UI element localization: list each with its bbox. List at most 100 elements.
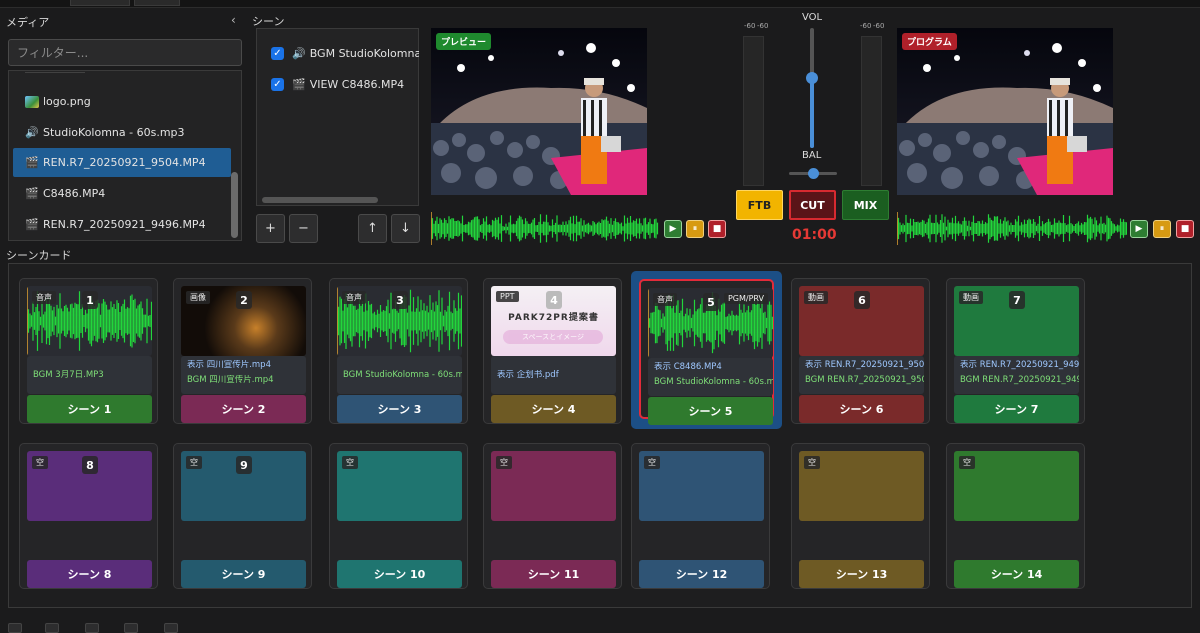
scene-card-type-tag: 空 <box>959 456 975 469</box>
preview-stop-button[interactable]: ■ <box>708 220 726 238</box>
scene-card-source-line: BGM 3月7日.MP3 <box>33 370 104 380</box>
timer-display: 01:00 <box>792 227 837 243</box>
scene-card[interactable]: 空シーン 11 <box>483 443 622 589</box>
scene-card-thumbnail: 動画 6 <box>799 286 924 356</box>
scene-card[interactable]: 音声 3 BGM StudioKolomna - 60s.mp3 シーン 3 <box>329 278 468 424</box>
scene-card-type-tag: 空 <box>342 456 358 469</box>
media-item[interactable]: logo.png <box>13 87 231 116</box>
scene-card-thumbnail: 空 <box>799 451 924 521</box>
scene-card[interactable]: 空シーン 13 <box>791 443 930 589</box>
bottom-button[interactable] <box>124 623 138 633</box>
scene-card-info: BGM 3月7日.MP3 <box>27 356 152 394</box>
bal-slider-knob[interactable] <box>807 168 819 179</box>
scene-card-button[interactable]: シーン 5 <box>648 397 773 425</box>
move-down-button[interactable]: ↓ <box>391 214 420 243</box>
cut-button[interactable]: CUT <box>789 190 836 220</box>
scene-card-button[interactable]: シーン 7 <box>954 395 1079 423</box>
scene-card[interactable]: 音声 5 PGM/PRV 表示 C8486.MP4 BGM StudioKolomna … <box>631 271 782 429</box>
program-stop-button[interactable]: ■ <box>1176 220 1194 238</box>
scene-card-info: 表示 REN.R7_20250921_9496.MP4 BGM REN.R7_20… <box>954 356 1079 394</box>
mix-button[interactable]: MIX <box>842 190 889 220</box>
scene-card-type-tag: 空 <box>32 456 48 469</box>
scene-item[interactable]: ✓ 🔊 BGM StudioKolomna - 60s.mp3 <box>271 47 419 60</box>
media-item[interactable]: 🔊 StudioKolomna - 60s.mp3 <box>13 118 231 147</box>
program-play-button[interactable]: ▶ <box>1130 220 1148 238</box>
scene-card-button[interactable]: シーン 14 <box>954 560 1079 588</box>
scene-card-info: 表示 C8486.MP4 BGM StudioKolomna - 60s.mp3 <box>648 358 773 396</box>
top-tab[interactable] <box>134 0 180 6</box>
scene-card-button[interactable]: シーン 11 <box>491 560 616 588</box>
collapse-icon[interactable]: ‹ <box>231 13 236 27</box>
scene-card-type-tag: 空 <box>496 456 512 469</box>
bottom-button[interactable] <box>164 623 178 633</box>
move-up-button[interactable]: ↑ <box>358 214 387 243</box>
scene-card[interactable]: 空 9 シーン 9 <box>173 443 312 589</box>
scene-card[interactable]: 空シーン 10 <box>329 443 468 589</box>
bottom-button[interactable] <box>85 623 99 633</box>
vol-slider-track[interactable] <box>806 28 818 148</box>
scene-item[interactable]: ✓ 🎬 VIEW C8486.MP4 <box>271 78 419 91</box>
scene-card-thumbnail: 空 <box>491 451 616 521</box>
scene-card-source-line: 表示 企划书.pdf <box>497 370 559 380</box>
media-item-selected[interactable]: 🎬 REN.R7_20250921_9504.MP4 <box>13 148 231 177</box>
vol-slider-knob[interactable] <box>806 72 818 85</box>
scene-card-source-line: 表示 C8486.MP4 <box>654 362 722 372</box>
scene-scrollbar[interactable] <box>262 197 378 203</box>
scene-card-source-line: BGM StudioKolomna - 60s.mp3 <box>654 377 773 387</box>
concert-image <box>431 28 647 195</box>
scene-card[interactable]: 空シーン 14 <box>946 443 1085 589</box>
scene-card-source-line: 表示 四川宣传片.mp4 <box>187 360 271 370</box>
program-monitor[interactable] <box>897 28 1113 195</box>
video-icon: 🎬 <box>25 217 39 231</box>
clipped-item <box>25 71 85 73</box>
preview-waveform[interactable] <box>430 212 659 245</box>
scene-card-type-tag: 音声 <box>32 291 56 304</box>
preview-play-button[interactable]: ▶ <box>664 220 682 238</box>
waveform-path <box>430 214 659 243</box>
preview-label: プレビュー <box>436 33 492 50</box>
scene-card[interactable]: PARK72PR提案書 スペースとイメージ PPT 4 表示 企划书.pdf シーン 4 <box>483 278 622 424</box>
preview-monitor[interactable] <box>431 28 647 195</box>
scene-card-button[interactable]: シーン 10 <box>337 560 462 588</box>
media-scrollbar[interactable] <box>231 172 238 238</box>
scene-card[interactable]: 動画 6 表示 REN.R7_20250921_9504.MP4 BGM REN.R7… <box>791 278 930 424</box>
scene-card-thumbnail: 空 <box>954 451 1079 521</box>
scene-card-button[interactable]: シーン 2 <box>181 395 306 423</box>
scene-card-button[interactable]: シーン 3 <box>337 395 462 423</box>
scene-card-button[interactable]: シーン 1 <box>27 395 152 423</box>
media-item[interactable]: 🎬 REN.R7_20250921_9496.MP4 <box>13 210 231 239</box>
scene-card-info: 表示 四川宣传片.mp4 BGM 四川宣传片.mp4 <box>181 356 306 394</box>
checkbox[interactable]: ✓ <box>271 47 284 60</box>
scene-card[interactable]: 音声 1 BGM 3月7日.MP3 シーン 1 <box>19 278 158 424</box>
scene-card[interactable]: 空 8 シーン 8 <box>19 443 158 589</box>
pgm-prv-badge: PGM/PRV <box>723 293 768 304</box>
checkbox[interactable]: ✓ <box>271 78 284 91</box>
media-item[interactable]: 🎬 C8486.MP4 <box>13 179 231 208</box>
bal-label: BAL <box>802 150 822 161</box>
scene-card[interactable]: 画像 2 表示 四川宣传片.mp4 BGM 四川宣传片.mp4 シーン 2 <box>173 278 312 424</box>
top-tab[interactable] <box>70 0 130 6</box>
filter-input[interactable] <box>8 39 242 66</box>
scene-card-button[interactable]: シーン 6 <box>799 395 924 423</box>
scene-card-button[interactable]: シーン 13 <box>799 560 924 588</box>
meter-label: -60 <box>860 22 872 30</box>
ftb-button[interactable]: FTB <box>736 190 783 220</box>
bottom-button[interactable] <box>8 623 22 633</box>
scene-card-number: 6 <box>854 291 870 309</box>
scene-card-button[interactable]: シーン 9 <box>181 560 306 588</box>
add-scene-button[interactable]: + <box>256 214 285 243</box>
bal-slider-track[interactable] <box>789 168 837 179</box>
media-item-label: StudioKolomna - 60s.mp3 <box>43 126 185 139</box>
scene-card[interactable]: 空シーン 12 <box>631 443 770 589</box>
scene-card-button[interactable]: シーン 4 <box>491 395 616 423</box>
scene-card-button[interactable]: シーン 12 <box>639 560 764 588</box>
remove-scene-button[interactable]: − <box>289 214 318 243</box>
scene-card[interactable]: 動画 7 表示 REN.R7_20250921_9496.MP4 BGM REN.R7… <box>946 278 1085 424</box>
program-waveform[interactable] <box>896 212 1128 245</box>
bottom-button[interactable] <box>45 623 59 633</box>
scene-card-source-line: BGM REN.R7_20250921_9504.MP4 <box>805 375 924 385</box>
scene-card-button[interactable]: シーン 8 <box>27 560 152 588</box>
program-pause-button[interactable]: ⏸ <box>1153 220 1171 238</box>
scene-item-label: BGM StudioKolomna - 60s.mp3 <box>309 47 419 60</box>
preview-pause-button[interactable]: ⏸ <box>686 220 704 238</box>
